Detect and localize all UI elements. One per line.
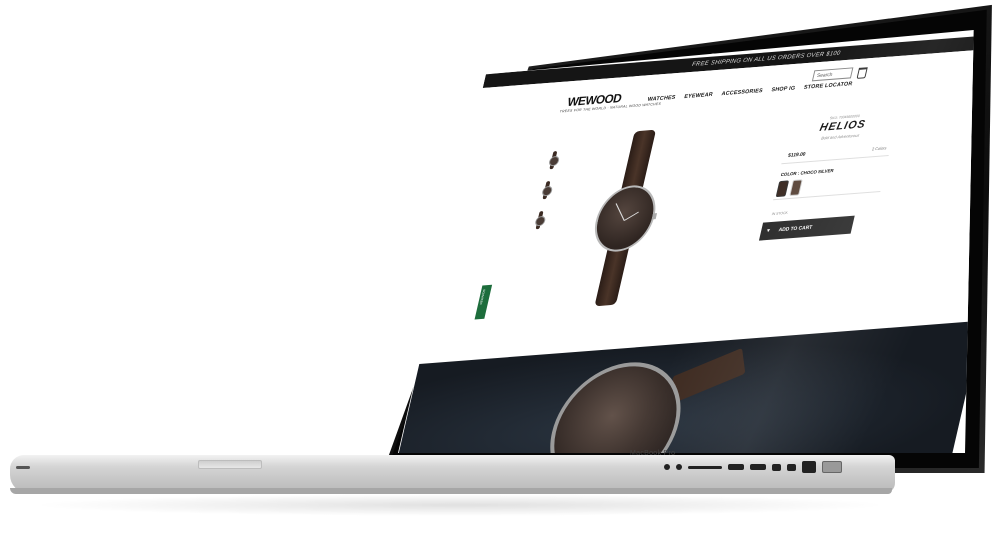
usb-port-icon: [750, 464, 766, 470]
swatch-alternate[interactable]: [789, 179, 803, 197]
audio-out-port-icon: [676, 464, 682, 470]
laptop-scene: FREE SHIPPING ON ALL US ORDERS OVER $100…: [0, 0, 999, 534]
magsafe-port-icon: [822, 461, 842, 473]
add-to-cart-label: ADD TO CART: [777, 224, 813, 234]
lid-opening-notch: [198, 460, 262, 469]
sleep-indicator-icon: [16, 466, 30, 469]
laptop-shadow: [30, 494, 890, 516]
side-ports: [664, 461, 842, 473]
nav-watches[interactable]: WATCHES: [647, 95, 676, 103]
rewards-tab-label: REWARDS: [478, 289, 487, 305]
price-row: $119.00 2 Colors: [781, 145, 892, 165]
cart-arrow-icon: ▼: [765, 227, 772, 235]
laptop-screen: FREE SHIPPING ON ALL US ORDERS OVER $100…: [398, 30, 974, 453]
laptop-base-edge: [10, 488, 892, 494]
firewire-port-icon: [772, 463, 781, 471]
audio-in-port-icon: [664, 464, 670, 470]
nav-eyewear[interactable]: EYEWEAR: [684, 92, 714, 100]
nav-shop-ig[interactable]: SHOP IG: [771, 86, 796, 94]
search-input[interactable]: Search: [811, 67, 854, 82]
laptop-model-label: MacBook Pro: [630, 450, 676, 457]
product-price: $119.00: [787, 151, 807, 159]
color-swatches: [773, 173, 885, 201]
sd-card-slot-icon: [688, 465, 722, 469]
ethernet-port-icon: [802, 461, 816, 473]
nav-accessories[interactable]: ACCESSORIES: [721, 88, 764, 97]
stock-status: IN STOCK: [771, 210, 789, 217]
product-page: FREE SHIPPING ON ALL US ORDERS OVER $100…: [398, 30, 974, 453]
nav-store-locator[interactable]: STORE LOCATOR: [803, 81, 853, 91]
main-nav: WATCHES EYEWEAR ACCESSORIES SHOP IG STOR…: [647, 81, 853, 103]
usb-port-icon: [728, 464, 744, 470]
swatch-choco-silver[interactable]: [775, 180, 790, 198]
colors-count: 2 Colors: [871, 145, 888, 152]
display-port-icon: [787, 463, 796, 471]
cart-icon[interactable]: [856, 67, 868, 79]
